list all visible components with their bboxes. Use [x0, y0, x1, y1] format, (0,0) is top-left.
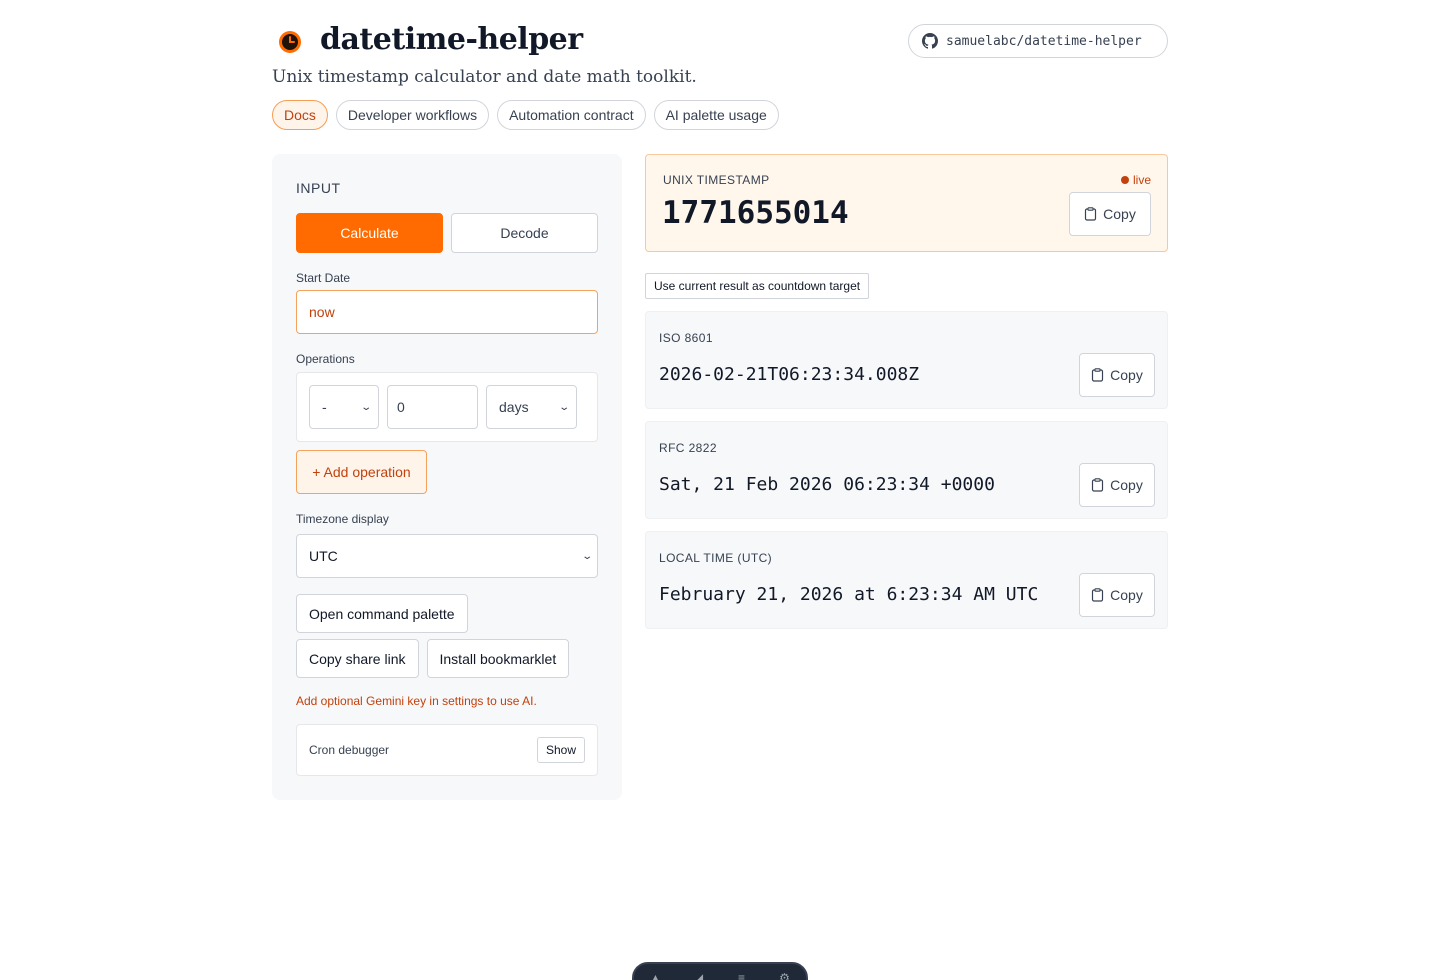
tab-ai-palette-usage[interactable]: AI palette usage — [653, 100, 779, 130]
start-date-label: Start Date — [296, 271, 351, 285]
nav-tabs: Docs Developer workflows Automation cont… — [272, 100, 779, 130]
header: datetime-helper Unix timestamp calculato… — [272, 0, 1168, 160]
toolbar-icon[interactable]: ≡ — [734, 972, 750, 980]
live-status-badge: live — [1120, 173, 1151, 187]
start-date-input[interactable]: now — [296, 290, 598, 334]
operation-amount-input[interactable]: 0 — [387, 385, 478, 429]
timezone-label: Timezone display — [296, 512, 389, 526]
copy-label: Copy — [1110, 587, 1143, 603]
rfc-2822-card: RFC 2822 Sat, 21 Feb 2026 06:23:34 +0000… — [645, 421, 1168, 519]
clipboard-icon — [1092, 588, 1104, 602]
tab-docs[interactable]: Docs — [272, 100, 328, 130]
toolbar-icon[interactable]: ◢ — [691, 972, 707, 980]
copy-label: Copy — [1103, 206, 1136, 222]
format-value: Sat, 21 Feb 2026 06:23:34 +0000 — [659, 474, 995, 495]
operation-sign-value: - — [322, 399, 327, 415]
app-subtitle: Unix timestamp calculator and date math … — [272, 67, 697, 87]
app-container: datetime-helper Unix timestamp calculato… — [272, 0, 1168, 800]
format-label: LOCAL TIME (UTC) — [659, 551, 773, 565]
github-icon — [922, 33, 938, 49]
operation-unit-select[interactable]: days ⌄ — [486, 385, 577, 429]
clipboard-icon — [1092, 478, 1104, 492]
live-dot-icon — [1120, 176, 1129, 184]
format-value: February 21, 2026 at 6:23:34 AM UTC — [659, 584, 1039, 605]
copy-local-time-button[interactable]: Copy — [1079, 573, 1155, 617]
cron-show-button[interactable]: Show — [536, 737, 585, 763]
app-title: datetime-helper — [320, 22, 583, 57]
mode-toggle: Calculate Decode — [296, 213, 598, 253]
chevron-down-icon: ⌄ — [557, 401, 570, 413]
cron-debugger: Cron debugger Show — [296, 724, 598, 776]
iso-8601-card: ISO 8601 2026-02-21T06:23:34.008Z Copy — [645, 311, 1168, 409]
timezone-select[interactable]: UTC ⌄ — [296, 534, 598, 578]
github-repo-link[interactable]: samuelabc/datetime-helper — [908, 24, 1168, 58]
unix-timestamp-value: 1771655014 — [662, 195, 849, 231]
copy-timestamp-button[interactable]: Copy — [1069, 192, 1151, 236]
chevron-down-icon: ⌄ — [359, 401, 372, 413]
operations-label: Operations — [296, 352, 355, 366]
decode-button[interactable]: Decode — [451, 213, 598, 253]
copy-label: Copy — [1110, 477, 1143, 493]
install-bookmarklet-button[interactable]: Install bookmarklet — [426, 639, 570, 678]
tab-automation-contract[interactable]: Automation contract — [497, 100, 646, 130]
operation-row: - ⌄ 0 days ⌄ — [296, 372, 598, 442]
input-panel: INPUT Calculate Decode Start Date now Op… — [272, 154, 622, 800]
format-label: RFC 2822 — [659, 441, 717, 455]
unix-timestamp-label: UNIX TIMESTAMP — [663, 173, 770, 187]
format-label: ISO 8601 — [659, 331, 713, 345]
operation-sign-select[interactable]: - ⌄ — [309, 385, 379, 429]
cron-debugger-label: Cron debugger — [309, 743, 390, 757]
clipboard-icon — [1085, 207, 1097, 221]
open-command-palette-button[interactable]: Open command palette — [296, 594, 468, 633]
clipboard-icon — [1092, 368, 1104, 382]
countdown-target-button[interactable]: Use current result as countdown target — [645, 273, 870, 299]
local-time-card: LOCAL TIME (UTC) February 21, 2026 at 6:… — [645, 531, 1168, 629]
timezone-value: UTC — [309, 548, 338, 564]
calculate-button[interactable]: Calculate — [296, 213, 443, 253]
bottom-toolbar[interactable]: ▲ ◢ ≡ ⚙ — [632, 962, 808, 980]
toolbar-icon[interactable]: ⚙ — [777, 972, 793, 980]
tab-developer-workflows[interactable]: Developer workflows — [335, 100, 490, 130]
input-panel-title: INPUT — [296, 180, 341, 196]
format-value: 2026-02-21T06:23:34.008Z — [659, 364, 920, 385]
toolbar-icon[interactable]: ▲ — [648, 972, 664, 980]
copy-rfc-button[interactable]: Copy — [1079, 463, 1155, 507]
repo-link-text: samuelabc/datetime-helper — [946, 33, 1142, 49]
ai-key-hint[interactable]: Add optional Gemini key in settings to u… — [296, 694, 598, 708]
copy-iso-button[interactable]: Copy — [1079, 353, 1155, 397]
unix-timestamp-card: UNIX TIMESTAMP 1771655014 live Copy — [645, 154, 1168, 252]
add-operation-button[interactable]: + Add operation — [296, 450, 427, 494]
copy-share-link-button[interactable]: Copy share link — [296, 639, 419, 678]
copy-label: Copy — [1110, 367, 1143, 383]
operation-unit-value: days — [499, 399, 529, 415]
live-status-text: live — [1132, 173, 1151, 187]
results-column: UNIX TIMESTAMP 1771655014 live Copy Use … — [645, 154, 1168, 629]
chevron-down-icon: ⌄ — [580, 550, 593, 562]
clock-logo-icon — [279, 31, 301, 53]
